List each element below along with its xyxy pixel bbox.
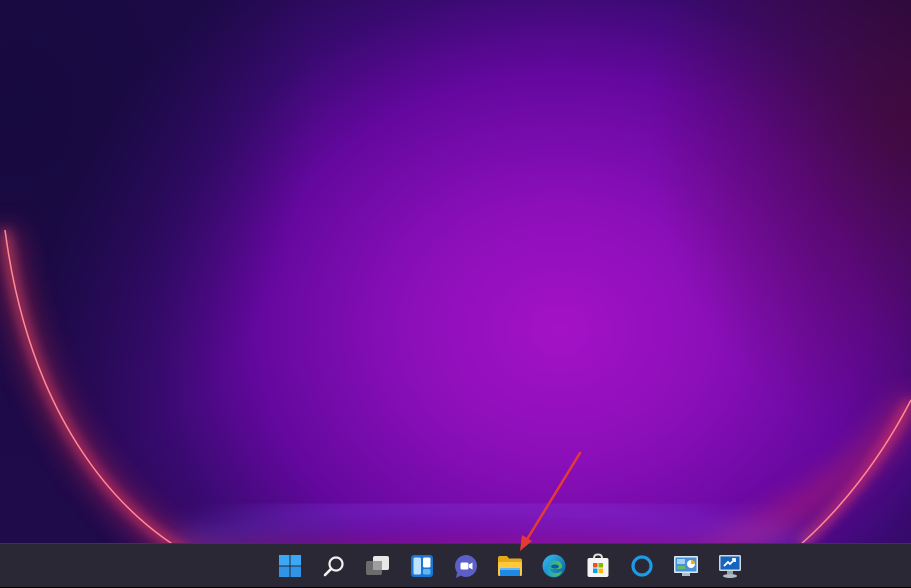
edge-button[interactable]: [532, 544, 576, 588]
file-explorer-button[interactable]: [488, 544, 532, 588]
task-view-icon: [366, 556, 389, 575]
start-button[interactable]: [268, 544, 312, 588]
remote-desktop-button[interactable]: [708, 544, 752, 588]
store-button[interactable]: [576, 544, 620, 588]
taskbar: [0, 543, 911, 587]
folder-icon: [498, 556, 522, 576]
wallpaper-arc: [0, 228, 911, 543]
store-icon: [587, 553, 609, 577]
teams-chat-icon: [455, 555, 477, 578]
desktop-wallpaper: [0, 0, 911, 543]
cortana-button[interactable]: [620, 544, 664, 588]
widgets-button[interactable]: [400, 544, 444, 588]
remote-desktop-icon: [719, 555, 741, 578]
search-button[interactable]: [312, 544, 356, 588]
edge-icon: [542, 554, 566, 578]
windows-logo-icon: [279, 555, 301, 577]
chat-button[interactable]: [444, 544, 488, 588]
taskbar-pinned-apps: [268, 544, 752, 588]
cortana-icon: [631, 555, 653, 577]
control-panel-icon: [674, 556, 698, 576]
control-panel-button[interactable]: [664, 544, 708, 588]
search-icon: [323, 556, 344, 577]
widgets-icon: [411, 555, 433, 577]
task-view-button[interactable]: [356, 544, 400, 588]
